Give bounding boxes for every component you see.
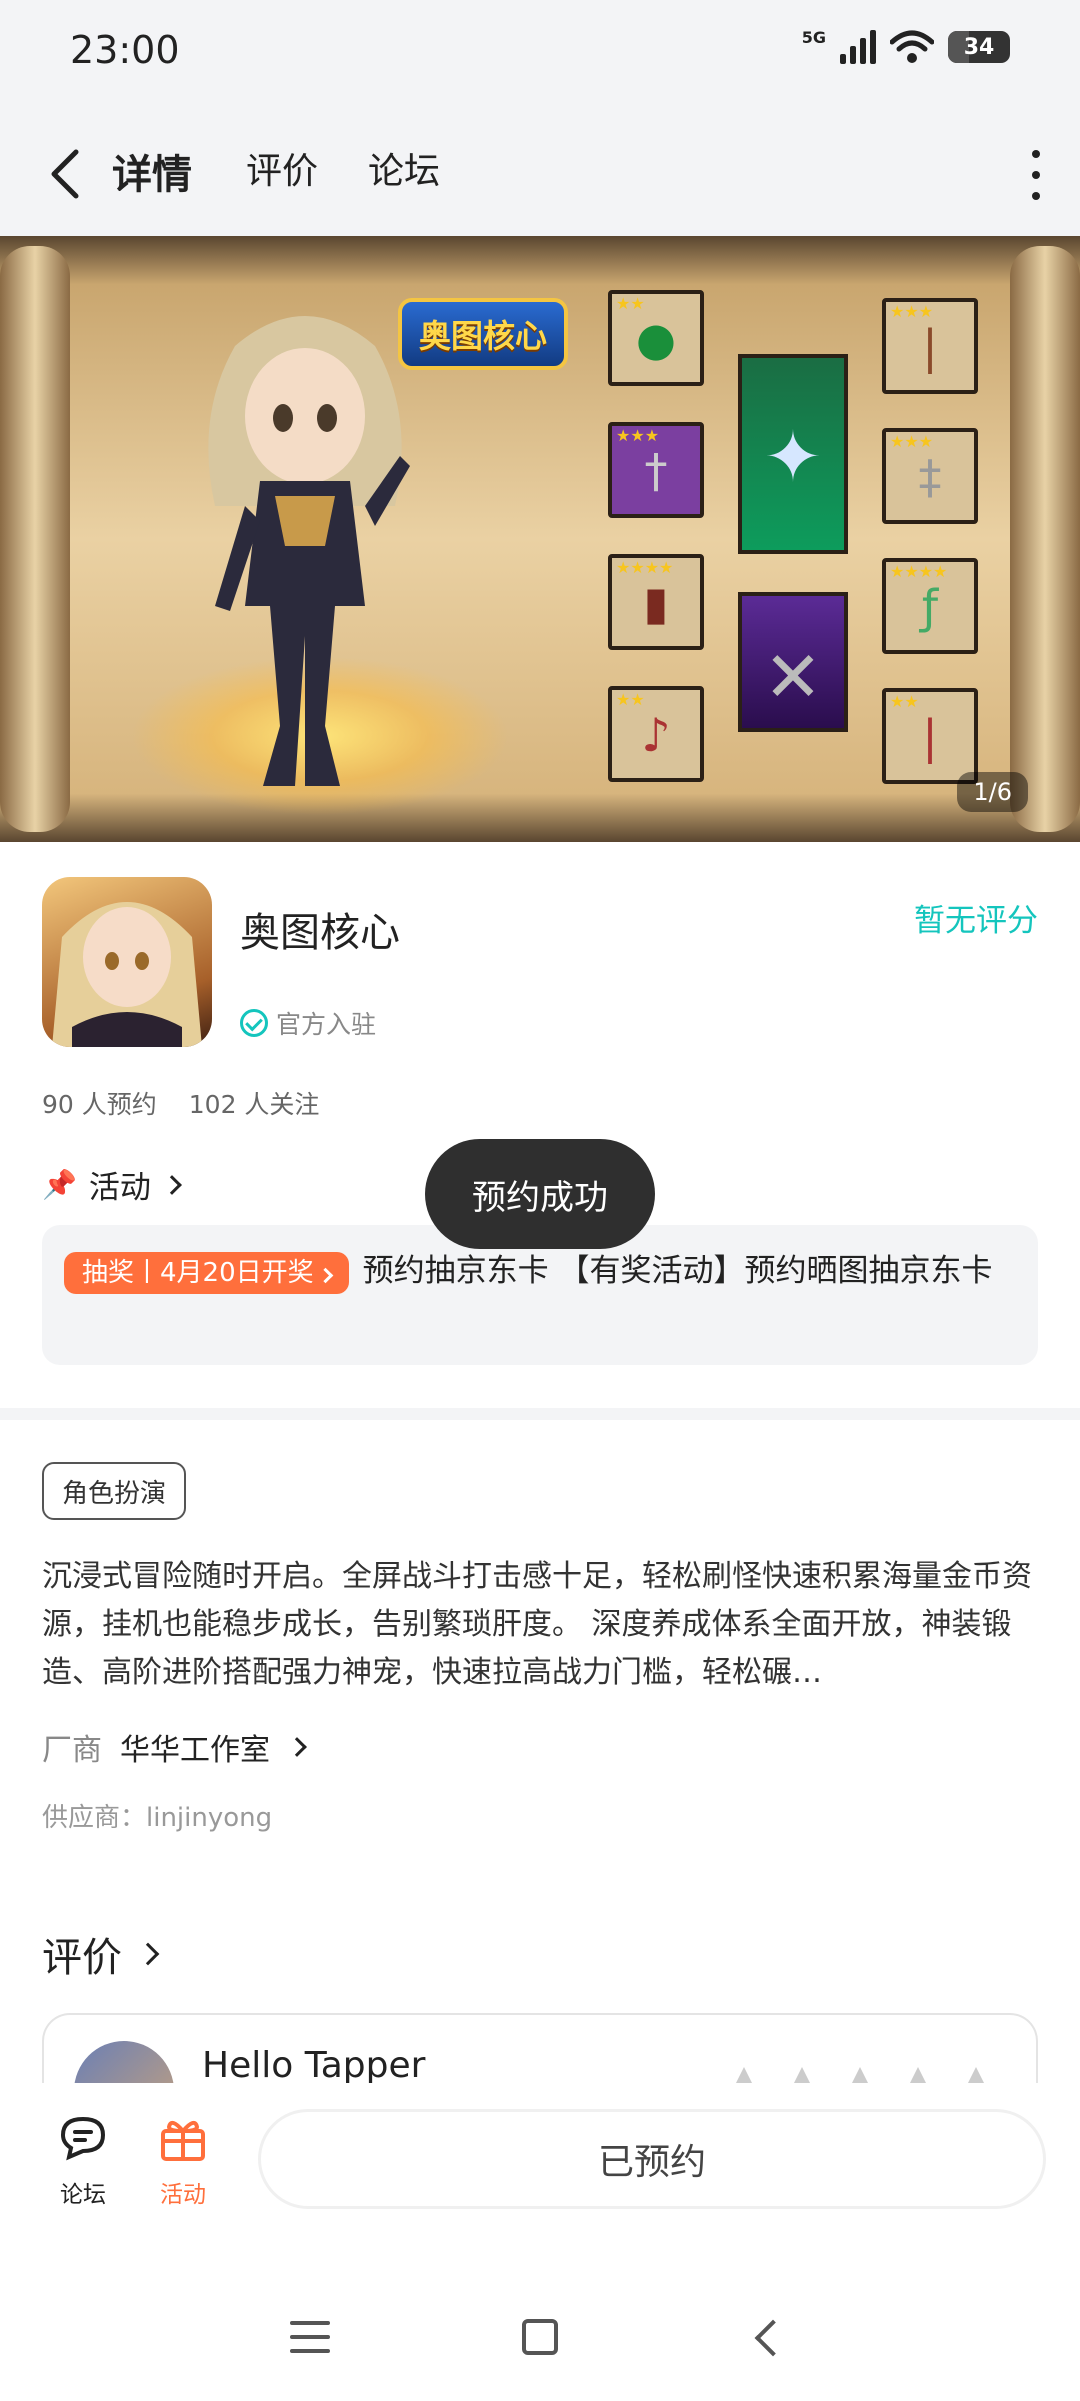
tab-forum[interactable]: 论坛 (368, 142, 440, 194)
genre-tag[interactable]: 角色扮演 (42, 1462, 187, 1520)
review-card[interactable]: Hello Tapper (42, 2013, 1038, 2083)
bottom-activity-button[interactable]: 活动 (138, 2113, 228, 2209)
app-stats: 90 人预约 102 人关注 (42, 1085, 319, 1121)
reviews-section-header[interactable]: 评价 (42, 1925, 160, 1983)
network-type: 5G (801, 27, 826, 47)
item-slot-sword: ★★★ † (608, 422, 704, 518)
supplier-info: 供应商：linjinyong (42, 1803, 273, 1833)
wifi-icon (890, 30, 934, 63)
item-slot-guitar: ★★ ♪ (608, 686, 704, 782)
back-arrow-icon[interactable] (42, 146, 92, 202)
reservation-count: 90 人预约 (42, 1090, 157, 1119)
item-slot-torch: ★★ | (882, 688, 978, 784)
system-back-icon[interactable] (754, 2319, 792, 2357)
review-stars (736, 2067, 984, 2083)
signal-icon (840, 30, 876, 64)
lottery-badge[interactable]: 抽奖丨4月20日开奖 (64, 1251, 349, 1294)
gift-icon (161, 2120, 205, 2161)
bottom-action-bar: 论坛 活动 已预约 (0, 2083, 1080, 2233)
reserved-button[interactable]: 已预约 (258, 2109, 1046, 2209)
game-description[interactable]: 沉浸式冒险随时开启。全屏战斗打击感十足，轻松刷怪快速积累海量金币资源，挂机也能稳… (42, 1553, 1038, 1697)
tab-reviews[interactable]: 评价 (246, 142, 318, 194)
section-divider (0, 1408, 1080, 1420)
status-bar: 23:00 5G 34 (0, 0, 1080, 110)
scroll-right-decoration (1010, 246, 1080, 832)
item-slot-dagger: ★★★ ‡ (882, 428, 978, 524)
item-slot-staff: ✦ (738, 354, 848, 554)
chevron-right-icon (287, 1737, 307, 1757)
item-slot-axe: ✕ (738, 592, 848, 732)
item-slot-match: ★★★ | (882, 298, 978, 394)
carousel-counter: 1/6 (957, 772, 1028, 812)
follower-count: 102 人关注 (188, 1090, 320, 1119)
battery-level: 34 (963, 34, 995, 60)
item-slot-potion: ★★ ● (608, 290, 704, 386)
status-time: 23:00 (70, 28, 180, 72)
activity-section-header[interactable]: 📌 活动 (42, 1162, 182, 1207)
recent-apps-icon[interactable] (290, 2321, 330, 2363)
forum-chat-icon (60, 2116, 106, 2161)
rating-status: 暂无评分 (914, 903, 1038, 939)
avatar (74, 2041, 174, 2083)
check-circle-icon (240, 1009, 268, 1037)
chevron-right-icon (317, 1267, 333, 1283)
item-slot-scythe: ★★★★ ƒ (882, 558, 978, 654)
game-logo: 奥图核心 (398, 298, 568, 370)
chevron-right-icon (161, 1174, 182, 1195)
bottom-forum-button[interactable]: 论坛 (38, 2113, 128, 2209)
top-nav: 详情 评价 论坛 (0, 110, 1080, 236)
system-navigation-bar (0, 2233, 1080, 2401)
scroll-left-decoration (0, 246, 70, 832)
app-name: 奥图核心 (240, 910, 400, 956)
reviewer-name: Hello Tapper (202, 2045, 426, 2083)
item-slot-book: ★★★★ ▮ (608, 554, 704, 650)
status-icons: 5G 34 (801, 27, 1010, 64)
screenshot-carousel[interactable]: 奥图核心 ★★ ● ★★★ † ★★★★ ▮ ★★ ♪ ✦ ✕ ★★★ | ★★★ ‡ ★★… (0, 236, 1080, 842)
battery-icon: 34 (948, 31, 1010, 63)
activity-text: 预约抽京东卡 【有奖活动】预约晒图抽京东卡 (362, 1253, 993, 1289)
hero-character-image (208, 316, 410, 786)
verified-badge: 官方入驻 (240, 1005, 376, 1041)
more-options-icon[interactable] (1028, 150, 1044, 200)
tab-details[interactable]: 详情 (108, 142, 196, 202)
vendor-row[interactable]: 厂商 华华工作室 (42, 1725, 307, 1769)
chevron-right-icon (136, 1942, 160, 1966)
app-icon (42, 877, 212, 1047)
toast-message: 预约成功 (425, 1139, 655, 1249)
home-icon[interactable] (522, 2319, 558, 2355)
pin-icon: 📌 (42, 1168, 77, 1201)
